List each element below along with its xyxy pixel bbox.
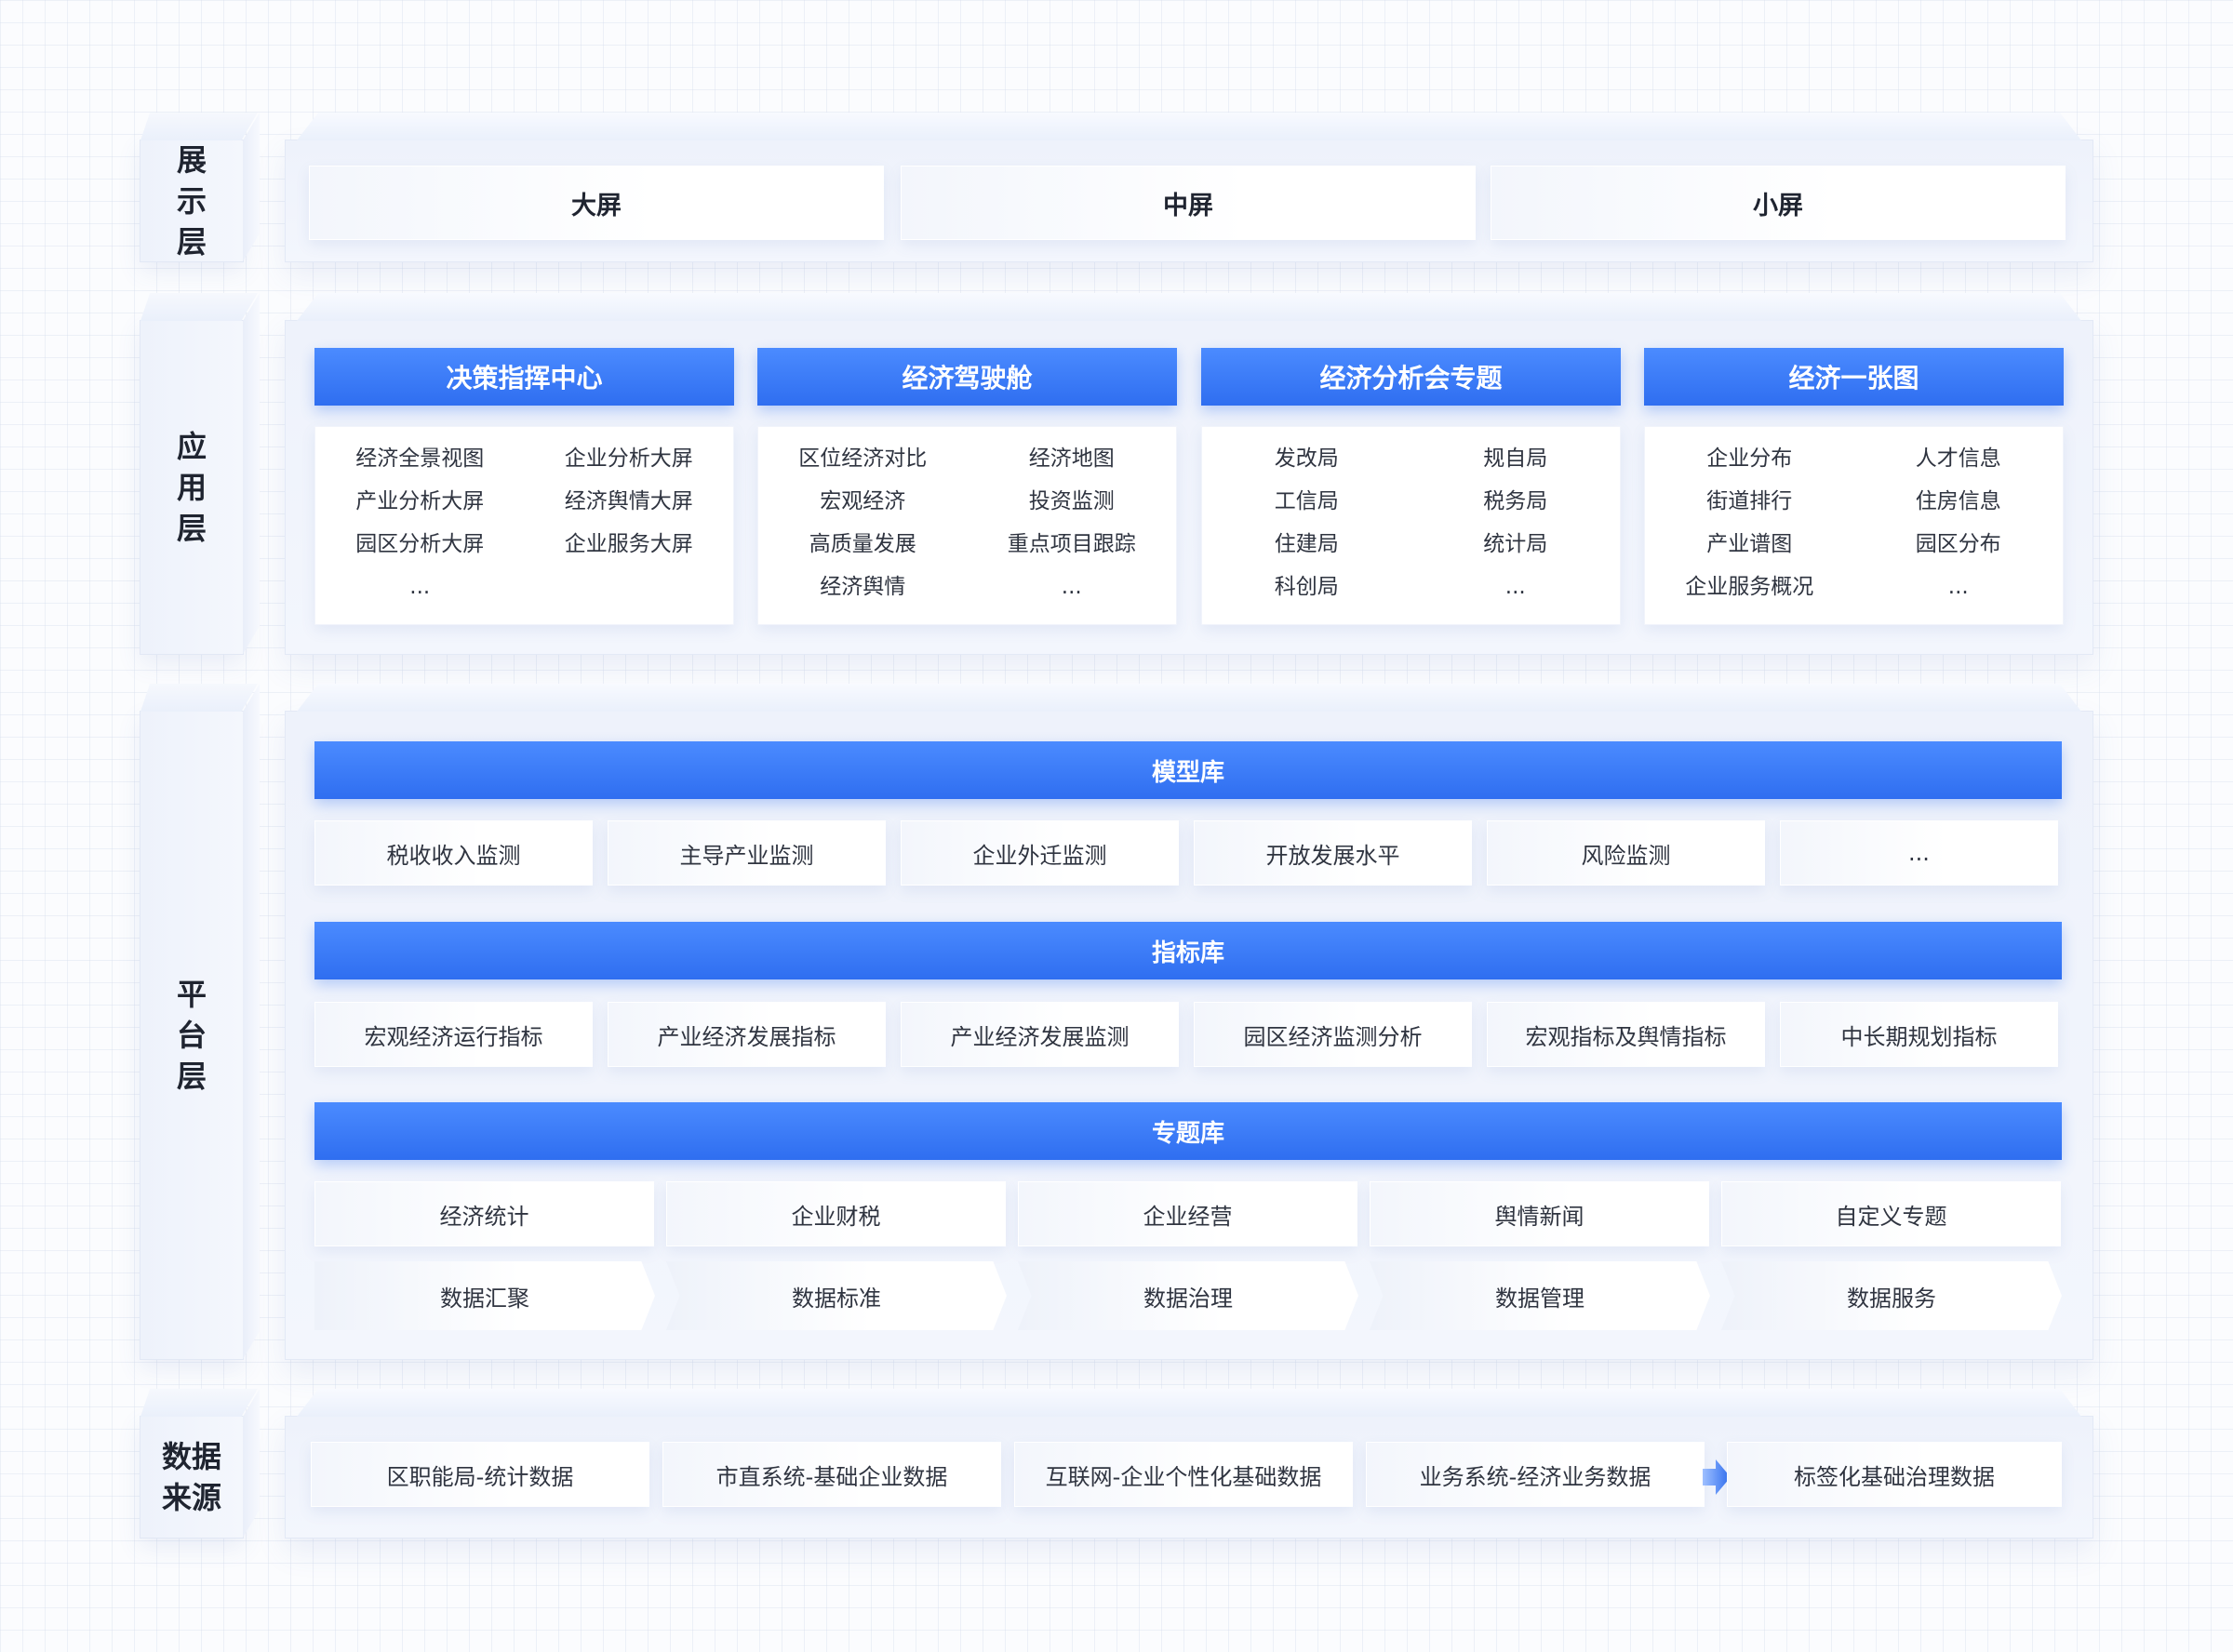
application-module-header: 决策指挥中心	[314, 348, 734, 406]
application-list-item: 街道排行	[1706, 489, 1793, 513]
application-list-item: 园区分析大屏	[355, 532, 485, 556]
application-list-item: ...	[1947, 575, 1969, 599]
application-list-item: 重点项目跟踪	[1007, 532, 1136, 556]
application-list-item: 产业分析大屏	[355, 489, 485, 513]
layer-label-data-source-text: 数据 来源	[161, 1439, 221, 1515]
model-item: 主导产业监测	[608, 820, 886, 886]
application-module-header: 经济一张图	[1644, 348, 2064, 406]
application-list-item: 企业服务概况	[1685, 575, 1814, 599]
indicator-item: 产业经济发展指标	[608, 1002, 886, 1067]
application-list-item: 企业分析大屏	[564, 446, 693, 471]
indicator-item: 园区经济监测分析	[1194, 1002, 1472, 1067]
topic-library-header: 专题库	[314, 1102, 2062, 1160]
application-module-list: 发改局工信局住建局科创局 规自局税务局统计局...	[1201, 426, 1621, 625]
application-list-item: 经济全景视图	[355, 446, 485, 471]
process-step: 数据服务	[1721, 1261, 2062, 1330]
application-module-list: 企业分布街道排行产业谱图企业服务概况 人才信息住房信息园区分布...	[1644, 426, 2064, 625]
data-source-item: 区职能局-统计数据	[311, 1442, 649, 1507]
model-item: 风险监测	[1487, 820, 1765, 886]
indicator-item: 宏观经济运行指标	[314, 1002, 593, 1067]
indicator-library-header: 指标库	[314, 922, 2062, 979]
application-list-item: 区位经济对比	[798, 446, 928, 471]
application-list-item: ...	[409, 575, 431, 599]
application-list-item: 企业服务大屏	[564, 532, 693, 556]
application-list-item: 科创局	[1274, 575, 1339, 599]
process-step: 数据管理	[1370, 1261, 1710, 1330]
application-list-item: 工信局	[1274, 489, 1339, 513]
screen-medium: 中屏	[901, 166, 1476, 240]
architecture-diagram: 展示层 应用层 平台层 数据 来源 大屏 中屏 小屏 决策指挥中心 经济全景视图产…	[0, 0, 2233, 1652]
application-module-header: 经济分析会专题	[1201, 348, 1621, 406]
application-list-item: 税务局	[1483, 489, 1548, 513]
application-list-item: 统计局	[1483, 532, 1548, 556]
topic-item: 企业经营	[1018, 1181, 1357, 1246]
screen-small: 小屏	[1491, 166, 2066, 240]
layer-label-display-text: 展示层	[176, 142, 207, 260]
data-source-item: 市直系统-基础企业数据	[662, 1442, 1001, 1507]
layer-label-data-source: 数据 来源	[140, 1416, 244, 1539]
layer-label-application: 应用层	[140, 320, 244, 655]
application-list-item: 经济舆情	[820, 575, 906, 599]
application-list-item: 住建局	[1274, 532, 1339, 556]
layer-label-platform: 平台层	[140, 711, 244, 1360]
indicator-item: 宏观指标及舆情指标	[1487, 1002, 1765, 1067]
topic-item: 舆情新闻	[1370, 1181, 1709, 1246]
topic-item: 企业财税	[666, 1181, 1006, 1246]
application-list-item: 人才信息	[1915, 446, 2001, 471]
application-list-item: 高质量发展	[809, 532, 916, 556]
topic-item: 经济统计	[314, 1181, 654, 1246]
model-library-header: 模型库	[314, 741, 2062, 799]
model-item: 税收收入监测	[314, 820, 593, 886]
application-list-item: ...	[1504, 575, 1526, 599]
process-step: 数据汇聚	[314, 1261, 655, 1330]
application-list-item: 住房信息	[1915, 489, 2001, 513]
application-module-header: 经济驾驶舱	[757, 348, 1177, 406]
model-item: ...	[1780, 820, 2058, 886]
application-list-item: ...	[1061, 575, 1082, 599]
model-item: 开放发展水平	[1194, 820, 1472, 886]
application-module-list: 经济全景视图 产业分析大屏 园区分析大屏... 企业分析大屏 经济舆情大屏 企业服务大屏	[314, 426, 734, 625]
application-list-item: 投资监测	[1028, 489, 1115, 513]
application-list-item: 宏观经济	[820, 489, 906, 513]
indicator-item: 中长期规划指标	[1780, 1002, 2058, 1067]
application-list-item: 发改局	[1274, 446, 1339, 471]
data-source-result: 标签化基础治理数据	[1727, 1442, 2062, 1507]
process-step: 数据标准	[666, 1261, 1007, 1330]
data-source-item: 业务系统-经济业务数据	[1366, 1442, 1705, 1507]
layer-label-application-text: 应用层	[176, 429, 207, 546]
application-list-item: 园区分布	[1915, 532, 2001, 556]
data-source-item: 互联网-企业个性化基础数据	[1014, 1442, 1353, 1507]
application-list-item: 经济舆情大屏	[564, 489, 693, 513]
layer-label-display: 展示层	[140, 140, 244, 262]
application-list-item: 规自局	[1483, 446, 1548, 471]
application-list-item: 企业分布	[1706, 446, 1793, 471]
layer-label-platform-text: 平台层	[176, 977, 207, 1094]
screen-large: 大屏	[309, 166, 884, 240]
application-list-item: 产业谱图	[1706, 532, 1793, 556]
process-step: 数据治理	[1018, 1261, 1358, 1330]
application-list-item: 经济地图	[1028, 446, 1115, 471]
model-item: 企业外迁监测	[901, 820, 1179, 886]
application-module-list: 区位经济对比 宏观经济高质量发展经济舆情 经济地图投资监测重点项目跟踪...	[757, 426, 1177, 625]
topic-item: 自定义专题	[1721, 1181, 2061, 1246]
indicator-item: 产业经济发展监测	[901, 1002, 1179, 1067]
